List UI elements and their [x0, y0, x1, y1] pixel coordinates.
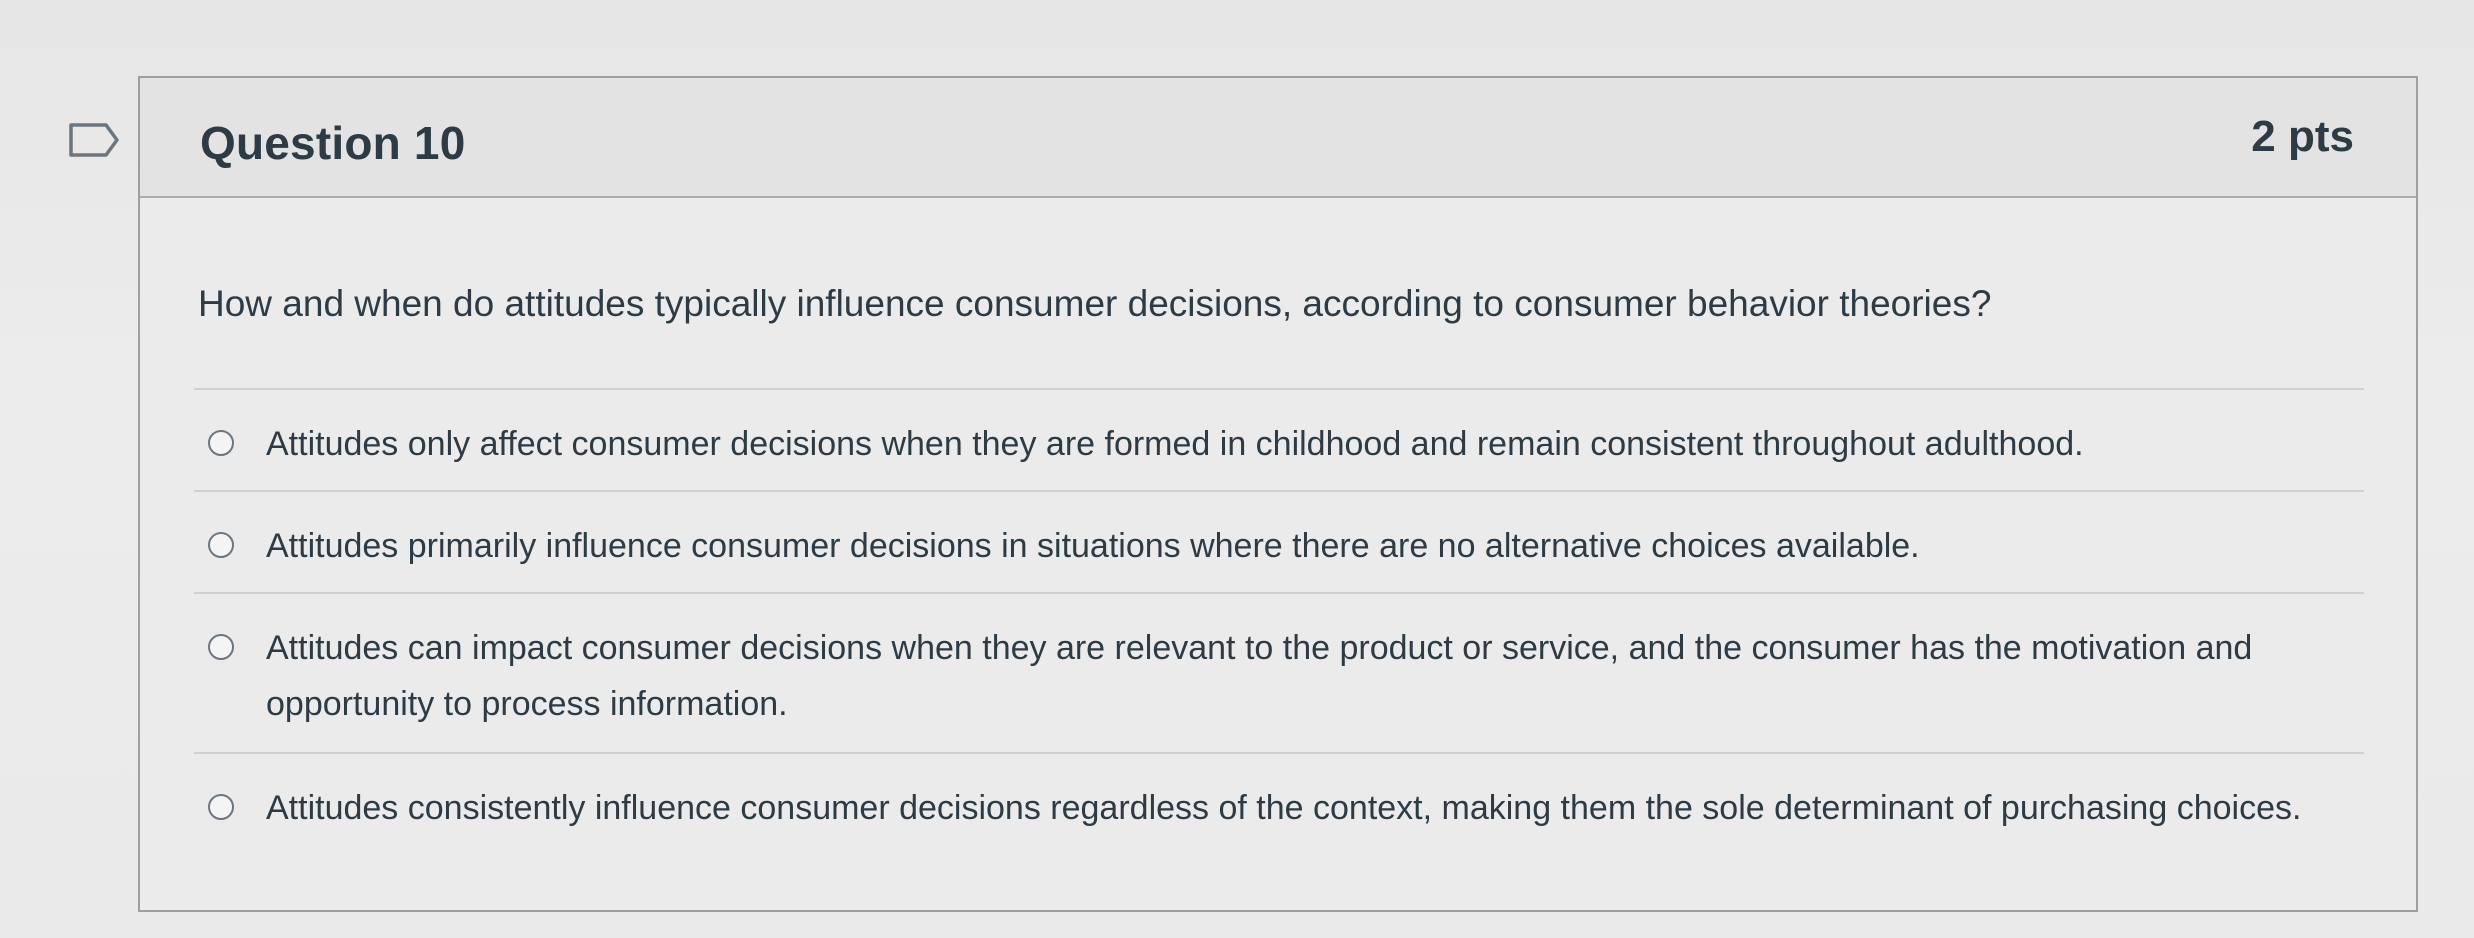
answer-label: Attitudes can impact consumer decisions … [266, 629, 2253, 723]
answer-label: Attitudes only affect consumer decisions… [266, 425, 2084, 463]
radio-button-icon[interactable] [208, 634, 234, 660]
answer-label: Attitudes consistently influence consume… [266, 789, 2302, 827]
question-title: Question 10 [200, 117, 466, 169]
question-header: Question 10 2 pts [140, 78, 2416, 198]
radio-button-icon[interactable] [208, 430, 234, 456]
radio-button-icon[interactable] [208, 794, 234, 820]
answer-option-1[interactable]: Attitudes only affect consumer decisions… [194, 390, 2364, 492]
answer-option-2[interactable]: Attitudes primarily influence consumer d… [194, 492, 2364, 594]
question-points: 2 pts [2251, 112, 2354, 161]
radio-button-icon[interactable] [208, 532, 234, 558]
answer-label: Attitudes primarily influence consumer d… [266, 527, 1920, 565]
bookmark-flag-icon[interactable] [68, 122, 120, 158]
answer-option-3[interactable]: Attitudes can impact consumer decisions … [194, 594, 2364, 754]
answer-option-4[interactable]: Attitudes consistently influence consume… [194, 754, 2364, 856]
question-text: How and when do attitudes typically infl… [198, 283, 1992, 324]
answer-list: Attitudes only affect consumer decisions… [194, 388, 2364, 856]
question-card: Question 10 2 pts How and when do attitu… [138, 76, 2418, 912]
